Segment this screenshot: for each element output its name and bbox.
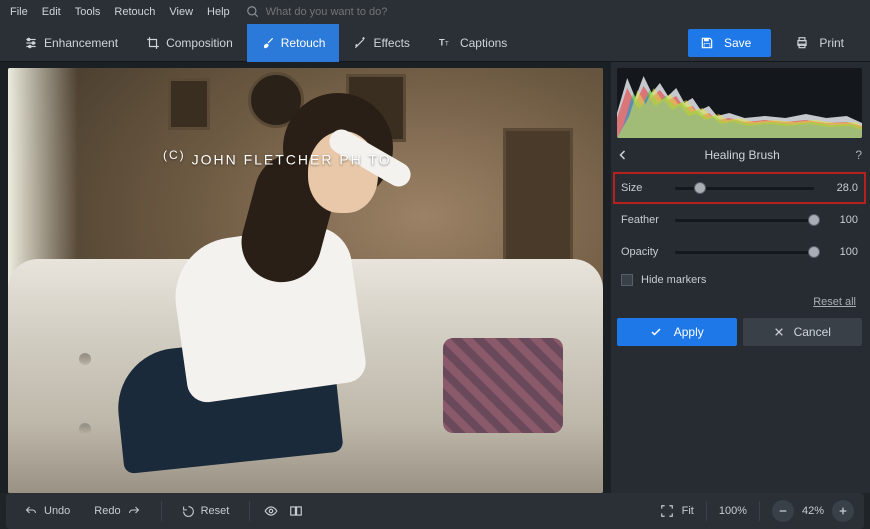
wand-icon: [353, 36, 367, 50]
action-row: Apply Cancel: [617, 318, 862, 346]
close-icon: [774, 327, 784, 337]
eye-icon[interactable]: [262, 504, 280, 518]
reset-label: Reset: [201, 505, 230, 517]
help-icon[interactable]: ?: [855, 148, 862, 162]
slider-feather[interactable]: Feather 100: [617, 208, 862, 232]
text-icon: TT: [438, 36, 454, 50]
menu-file[interactable]: File: [10, 6, 28, 18]
sliders-icon: [24, 36, 38, 50]
undo-icon: [24, 505, 38, 517]
slider-value: 28.0: [824, 182, 858, 194]
tab-effects[interactable]: Effects: [339, 24, 423, 62]
svg-text:T: T: [439, 37, 445, 47]
print-label: Print: [819, 36, 844, 50]
main-area: (C) JOHN FLETCHER PH TO Healing Brush ? …: [0, 62, 870, 493]
cancel-label: Cancel: [794, 325, 831, 339]
search-input[interactable]: [266, 6, 446, 18]
tab-composition[interactable]: Composition: [132, 24, 247, 62]
slider-value: 100: [824, 214, 858, 226]
tab-retouch[interactable]: Retouch: [247, 24, 340, 62]
crop-icon: [146, 36, 160, 50]
svg-text:T: T: [445, 40, 449, 47]
menu-help[interactable]: Help: [207, 6, 230, 18]
search-wrap: [246, 5, 446, 19]
toolbar: Enhancement Composition Retouch Effects …: [0, 24, 870, 62]
tab-label: Captions: [460, 36, 507, 50]
redo-button[interactable]: Redo: [86, 505, 148, 517]
menu-edit[interactable]: Edit: [42, 6, 61, 18]
zoom-level: 42%: [802, 505, 824, 517]
tab-label: Composition: [166, 36, 233, 50]
slider-label: Opacity: [621, 246, 665, 258]
redo-label: Redo: [94, 505, 120, 517]
print-button[interactable]: Print: [781, 29, 860, 57]
apply-label: Apply: [674, 325, 704, 339]
panel-title: Healing Brush: [704, 148, 779, 162]
apply-button[interactable]: Apply: [617, 318, 737, 346]
compare-icon[interactable]: [288, 504, 304, 518]
hide-markers-row[interactable]: Hide markers: [617, 274, 862, 286]
zoom-in-button[interactable]: [832, 500, 854, 522]
redo-icon: [127, 505, 141, 517]
back-icon[interactable]: [617, 149, 629, 161]
save-icon: [700, 36, 714, 50]
cancel-button[interactable]: Cancel: [743, 318, 863, 346]
zoom-100[interactable]: 100%: [719, 505, 747, 517]
slider-size[interactable]: Size 28.0: [617, 176, 862, 200]
slider-track[interactable]: [675, 251, 814, 254]
save-button[interactable]: Save: [688, 29, 771, 57]
print-icon: [795, 36, 809, 50]
bottom-bar: Undo Redo Reset Fit 100% 42%: [6, 493, 864, 529]
brush-icon: [261, 36, 275, 50]
menu-tools[interactable]: Tools: [75, 6, 101, 18]
minus-icon: [778, 506, 788, 516]
slider-label: Size: [621, 182, 665, 194]
reset-button[interactable]: Reset: [174, 505, 238, 518]
canvas[interactable]: (C) JOHN FLETCHER PH TO: [8, 68, 603, 493]
save-label: Save: [724, 36, 751, 50]
checkbox-label: Hide markers: [641, 274, 706, 286]
panel-header: Healing Brush ?: [617, 142, 862, 168]
slider-track[interactable]: [675, 219, 814, 222]
menubar: File Edit Tools Retouch View Help: [0, 0, 870, 24]
tab-captions[interactable]: TT Captions: [424, 24, 521, 62]
menu-view[interactable]: View: [169, 6, 193, 18]
side-panel: Healing Brush ? Size 28.0 Feather 100 Op…: [611, 62, 870, 493]
undo-button[interactable]: Undo: [16, 505, 78, 517]
search-icon: [246, 5, 260, 19]
plus-icon: [838, 506, 848, 516]
histogram: [617, 68, 862, 138]
tab-label: Effects: [373, 36, 409, 50]
tab-label: Enhancement: [44, 36, 118, 50]
watermark: (C) JOHN FLETCHER PH TO: [163, 148, 392, 168]
slider-value: 100: [824, 246, 858, 258]
undo-label: Undo: [44, 505, 70, 517]
tab-label: Retouch: [281, 36, 326, 50]
zoom-out-button[interactable]: [772, 500, 794, 522]
reset-icon: [182, 505, 195, 518]
tab-enhancement[interactable]: Enhancement: [10, 24, 132, 62]
slider-opacity[interactable]: Opacity 100: [617, 240, 862, 264]
reset-all-link[interactable]: Reset all: [617, 296, 856, 308]
slider-label: Feather: [621, 214, 665, 226]
menu-retouch[interactable]: Retouch: [114, 6, 155, 18]
canvas-area: (C) JOHN FLETCHER PH TO: [0, 62, 611, 493]
photo: (C) JOHN FLETCHER PH TO: [8, 68, 603, 493]
checkbox[interactable]: [621, 274, 633, 286]
check-icon: [650, 326, 662, 338]
fit-label[interactable]: Fit: [682, 505, 694, 517]
fit-screen-icon[interactable]: [660, 504, 674, 518]
slider-track[interactable]: [675, 187, 814, 190]
